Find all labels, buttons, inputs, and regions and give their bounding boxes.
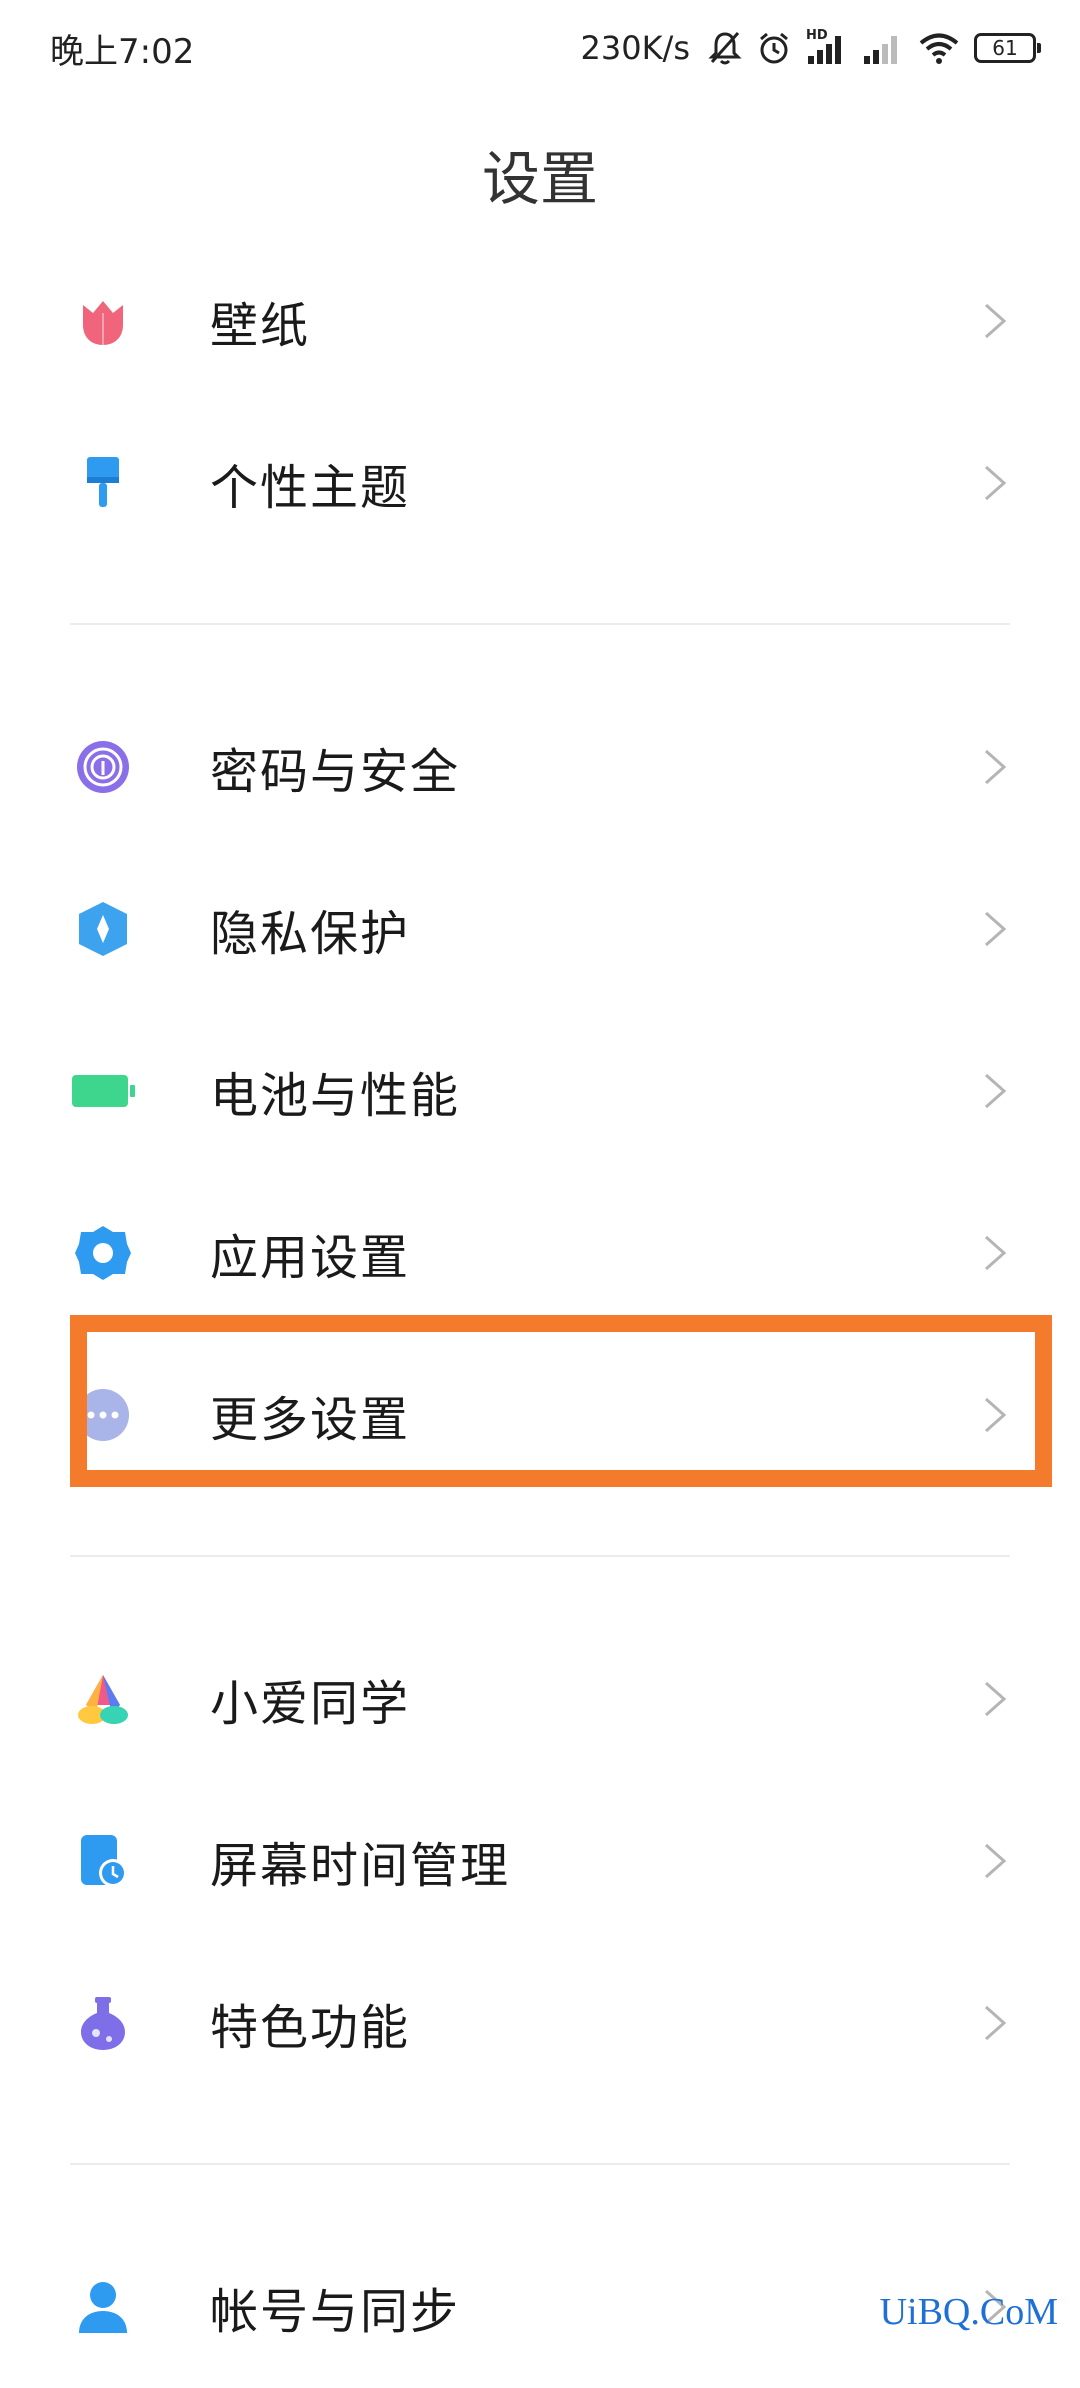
app-gear-icon [70, 1220, 136, 1286]
section-divider [70, 2163, 1010, 2165]
wifi-icon [918, 30, 960, 66]
mute-bell-icon [708, 30, 742, 66]
status-icons: 230K/s HD 61 [580, 20, 1041, 76]
battery-icon [70, 1058, 136, 1124]
screen-time-icon [70, 1828, 136, 1894]
privacy-shield-icon [70, 896, 136, 962]
settings-item-label: 应用设置 [210, 1230, 411, 1286]
settings-item-screen-time[interactable]: 屏幕时间管理 [0, 1780, 1080, 1942]
alarm-icon [756, 30, 792, 66]
chevron-right-icon [985, 1843, 1007, 1879]
status-bar: 晚上7:02 230K/s HD 61 [0, 0, 1080, 96]
settings-item-more[interactable]: 更多设置 [0, 1334, 1080, 1496]
section-divider [70, 1555, 1010, 1557]
settings-item-apps[interactable]: 应用设置 [0, 1172, 1080, 1334]
battery-level: 61 [992, 36, 1018, 60]
more-dots-icon [70, 1382, 136, 1448]
settings-item-label: 屏幕时间管理 [210, 1838, 511, 1894]
chevron-right-icon [985, 465, 1007, 501]
chevron-right-icon [985, 303, 1007, 339]
chevron-right-icon [985, 1073, 1007, 1109]
hd-label: HD [806, 28, 828, 43]
settings-item-features[interactable]: 特色功能 [0, 1942, 1080, 2104]
chevron-right-icon [985, 749, 1007, 785]
chevron-right-icon [985, 1681, 1007, 1717]
settings-item-label: 隐私保护 [210, 906, 411, 962]
account-icon [70, 2274, 136, 2340]
settings-item-label: 小爱同学 [210, 1676, 411, 1732]
settings-item-theme[interactable]: 个性主题 [0, 402, 1080, 564]
watermark: UiBQ.CoM [879, 2291, 1058, 2333]
wallpaper-icon [70, 288, 136, 354]
settings-item-xiaoai[interactable]: 小爱同学 [0, 1618, 1080, 1780]
theme-brush-icon [70, 450, 136, 516]
signal-hd-icon: HD [806, 28, 848, 66]
battery-indicator: 61 [974, 33, 1041, 63]
settings-item-privacy[interactable]: 隐私保护 [0, 848, 1080, 1010]
settings-item-label: 电池与性能 [210, 1068, 461, 1124]
settings-item-label: 密码与安全 [210, 744, 461, 800]
chevron-right-icon [985, 911, 1007, 947]
settings-item-label: 个性主题 [210, 460, 411, 516]
settings-item-battery[interactable]: 电池与性能 [0, 1010, 1080, 1172]
settings-item-wallpaper[interactable]: 壁纸 [0, 240, 1080, 402]
settings-item-label: 壁纸 [210, 298, 311, 354]
flask-icon [70, 1990, 136, 2056]
signal-icon [862, 30, 904, 66]
fingerprint-icon [70, 734, 136, 800]
chevron-right-icon [985, 1235, 1007, 1271]
chevron-right-icon [985, 2005, 1007, 2041]
xiaoai-icon [70, 1666, 136, 1732]
settings-item-security[interactable]: 密码与安全 [0, 686, 1080, 848]
settings-item-label: 帐号与同步 [210, 2284, 461, 2340]
settings-item-label: 更多设置 [210, 1392, 411, 1448]
chevron-right-icon [985, 1397, 1007, 1433]
network-speed: 230K/s [580, 29, 690, 67]
settings-item-label: 特色功能 [210, 2000, 411, 2056]
page-title: 设置 [481, 145, 598, 213]
section-divider [70, 623, 1010, 625]
status-time: 晚上7:02 [50, 32, 195, 72]
